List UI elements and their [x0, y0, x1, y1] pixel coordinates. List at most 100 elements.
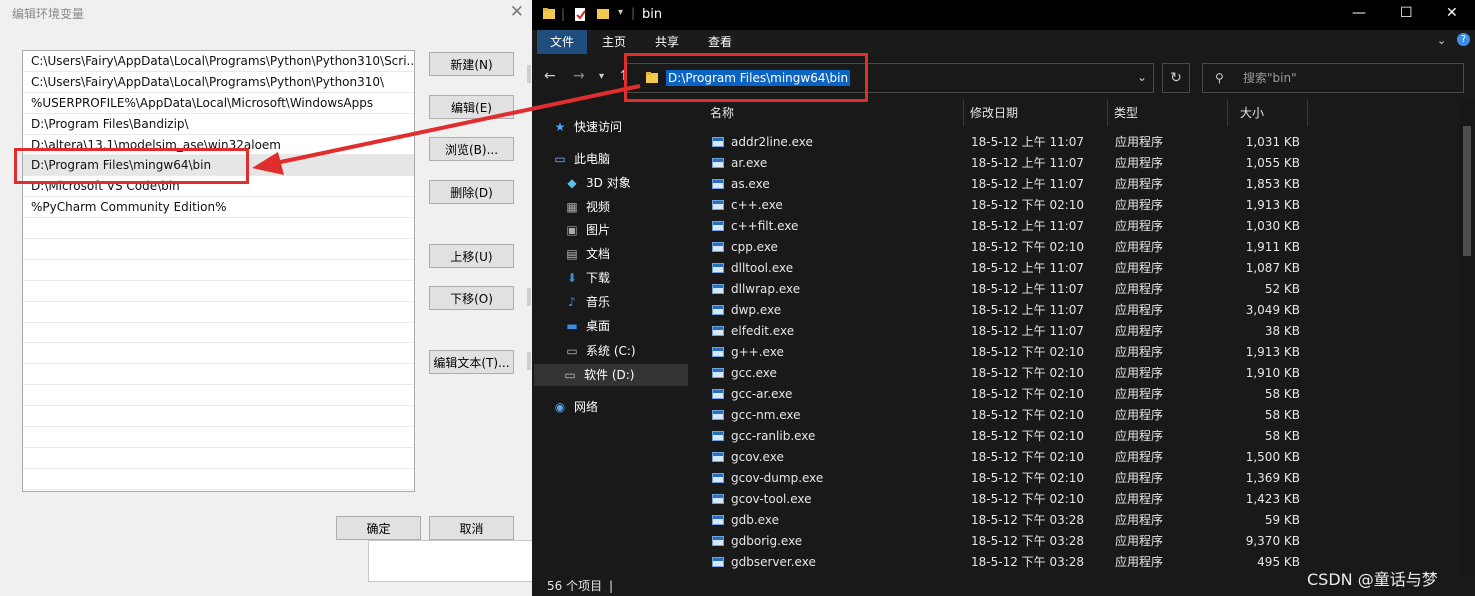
file-row[interactable]: dlltool.exe 18-5-12 上午 11:07 应用程序 1,087 KB	[692, 258, 1475, 279]
path-item[interactable]: D:\Program Files\Bandizip\	[23, 114, 414, 135]
nav-3d-objects[interactable]: ◆ 3D 对象	[564, 172, 630, 194]
back-arrow-icon[interactable]: ←	[544, 68, 556, 84]
search-input[interactable]: ⚲ 搜索"bin"	[1202, 63, 1464, 93]
column-header: 名称 修改日期 类型 大小	[692, 100, 1475, 126]
new-button[interactable]: 新建(N)	[429, 52, 514, 76]
empty-row[interactable]	[23, 343, 414, 365]
file-name: gcc-nm.exe	[731, 408, 801, 422]
recent-dropdown-icon[interactable]: ▾	[599, 71, 604, 82]
empty-row[interactable]	[23, 323, 414, 344]
refresh-icon[interactable]: ↻	[1162, 63, 1190, 93]
maximize-icon[interactable]: ☐	[1400, 5, 1413, 21]
help-icon[interactable]: ?	[1457, 33, 1470, 46]
column-size[interactable]: 大小	[1228, 100, 1308, 126]
scrollbar-thumb[interactable]	[1463, 126, 1471, 256]
file-date: 18-5-12 下午 02:10	[971, 492, 1085, 506]
file-row[interactable]: gcov.exe 18-5-12 下午 02:10 应用程序 1,500 KB	[692, 447, 1475, 468]
file-row[interactable]: c++filt.exe 18-5-12 上午 11:07 应用程序 1,030 KB	[692, 216, 1475, 237]
vertical-scrollbar[interactable]	[1458, 100, 1475, 576]
empty-row[interactable]	[23, 406, 414, 428]
delete-button[interactable]: 删除(D)	[429, 180, 514, 204]
tab-view[interactable]: 查看	[708, 30, 732, 54]
file-row[interactable]: dllwrap.exe 18-5-12 上午 11:07 应用程序 52 KB	[692, 279, 1475, 300]
nav-drive-c[interactable]: ▭ 系统 (C:)	[564, 340, 635, 362]
tab-share[interactable]: 共享	[655, 30, 679, 54]
file-size: 1,500 KB	[1245, 450, 1300, 464]
file-row[interactable]: ar.exe 18-5-12 上午 11:07 应用程序 1,055 KB	[692, 153, 1475, 174]
move-down-button[interactable]: 下移(O)	[429, 286, 514, 310]
nav-videos[interactable]: ▦ 视频	[564, 196, 610, 218]
column-date[interactable]: 修改日期	[964, 100, 1108, 126]
nav-drive-d[interactable]: ▭ 软件 (D:)	[534, 364, 688, 386]
empty-row[interactable]	[23, 281, 414, 302]
exe-file-icon	[712, 284, 724, 294]
properties-icon[interactable]	[573, 7, 587, 23]
chevron-down-icon[interactable]: ▾	[618, 7, 623, 18]
close-icon[interactable]: ✕	[510, 2, 524, 22]
empty-row[interactable]	[23, 385, 414, 407]
file-date: 18-5-12 上午 11:07	[971, 282, 1085, 296]
file-row[interactable]: g++.exe 18-5-12 下午 02:10 应用程序 1,913 KB	[692, 342, 1475, 363]
file-type: 应用程序	[1115, 345, 1164, 359]
empty-row[interactable]	[23, 260, 414, 281]
nav-downloads[interactable]: ⬇ 下载	[564, 267, 610, 289]
column-type[interactable]: 类型	[1108, 100, 1228, 126]
close-icon[interactable]: ✕	[1446, 5, 1458, 21]
file-row[interactable]: gcc-ranlib.exe 18-5-12 下午 02:10 应用程序 58 KB	[692, 426, 1475, 447]
empty-row[interactable]	[23, 302, 414, 323]
new-folder-icon[interactable]	[596, 7, 610, 21]
move-up-button[interactable]: 上移(U)	[429, 244, 514, 268]
file-row[interactable]: gdb.exe 18-5-12 下午 03:28 应用程序 59 KB	[692, 510, 1475, 531]
ok-button[interactable]: 确定	[336, 516, 421, 540]
file-type: 应用程序	[1115, 240, 1164, 254]
empty-row[interactable]	[23, 448, 414, 469]
file-row[interactable]: gcc.exe 18-5-12 下午 02:10 应用程序 1,910 KB	[692, 363, 1475, 384]
ribbon: 文件 主页 共享 查看 ⌄ ?	[532, 30, 1475, 54]
nav-this-pc[interactable]: ▭ 此电脑	[552, 148, 610, 170]
file-size: 1,423 KB	[1245, 492, 1300, 506]
file-row[interactable]: as.exe 18-5-12 上午 11:07 应用程序 1,853 KB	[692, 174, 1475, 195]
nav-network[interactable]: ◉ 网络	[552, 396, 598, 418]
tab-file[interactable]: 文件	[537, 30, 587, 54]
empty-row[interactable]	[23, 364, 414, 386]
file-row[interactable]: gcc-ar.exe 18-5-12 下午 02:10 应用程序 58 KB	[692, 384, 1475, 405]
empty-row[interactable]	[23, 239, 414, 260]
file-row[interactable]: dwp.exe 18-5-12 上午 11:07 应用程序 3,049 KB	[692, 300, 1475, 321]
chevron-down-icon[interactable]: ⌄	[1437, 34, 1446, 47]
file-row[interactable]: gcov-dump.exe 18-5-12 下午 02:10 应用程序 1,369 K…	[692, 468, 1475, 489]
file-row[interactable]: gcov-tool.exe 18-5-12 下午 02:10 应用程序 1,423 K…	[692, 489, 1475, 510]
edit-button[interactable]: 编辑(E)	[429, 95, 514, 119]
nav-pictures[interactable]: ▣ 图片	[564, 219, 610, 241]
empty-row[interactable]	[23, 218, 414, 240]
file-row[interactable]: gcc-nm.exe 18-5-12 下午 02:10 应用程序 58 KB	[692, 405, 1475, 426]
empty-row[interactable]	[23, 427, 414, 448]
edit-text-button[interactable]: 编辑文本(T)...	[429, 350, 514, 374]
file-row[interactable]: addr2line.exe 18-5-12 上午 11:07 应用程序 1,031 K…	[692, 132, 1475, 153]
file-row[interactable]: gdborig.exe 18-5-12 下午 03:28 应用程序 9,370 KB	[692, 531, 1475, 552]
path-item[interactable]: %PyCharm Community Edition%	[23, 197, 414, 219]
file-size: 1,853 KB	[1245, 177, 1300, 191]
path-item[interactable]: %USERPROFILE%\AppData\Local\Microsoft\Wi…	[23, 93, 414, 114]
forward-arrow-icon[interactable]: →	[573, 68, 585, 84]
column-name[interactable]: 名称	[692, 100, 964, 126]
nav-quick-access[interactable]: ★ 快速访问	[552, 116, 622, 138]
chevron-down-icon[interactable]: ⌄	[1137, 70, 1147, 84]
file-row[interactable]: cpp.exe 18-5-12 下午 02:10 应用程序 1,911 KB	[692, 237, 1475, 258]
file-row[interactable]: c++.exe 18-5-12 下午 02:10 应用程序 1,913 KB	[692, 195, 1475, 216]
path-item[interactable]: C:\Users\Fairy\AppData\Local\Programs\Py…	[23, 72, 414, 93]
minimize-icon[interactable]: —	[1352, 5, 1366, 21]
file-type: 应用程序	[1115, 135, 1164, 149]
empty-row[interactable]	[23, 469, 414, 490]
computer-icon: ▭	[554, 152, 566, 166]
nav-music[interactable]: ♪ 音乐	[564, 291, 610, 313]
exe-file-icon	[712, 473, 724, 483]
path-list[interactable]: C:\Users\Fairy\AppData\Local\Programs\Py…	[22, 50, 415, 492]
background-window-edge	[527, 65, 531, 83]
tab-home[interactable]: 主页	[602, 30, 626, 54]
nav-desktop[interactable]: ▬ 桌面	[564, 315, 610, 337]
browse-button[interactable]: 浏览(B)...	[429, 137, 514, 161]
file-row[interactable]: elfedit.exe 18-5-12 上午 11:07 应用程序 38 KB	[692, 321, 1475, 342]
cancel-button[interactable]: 取消	[429, 516, 514, 540]
nav-documents[interactable]: ▤ 文档	[564, 243, 610, 265]
path-item[interactable]: C:\Users\Fairy\AppData\Local\Programs\Py…	[23, 51, 414, 72]
